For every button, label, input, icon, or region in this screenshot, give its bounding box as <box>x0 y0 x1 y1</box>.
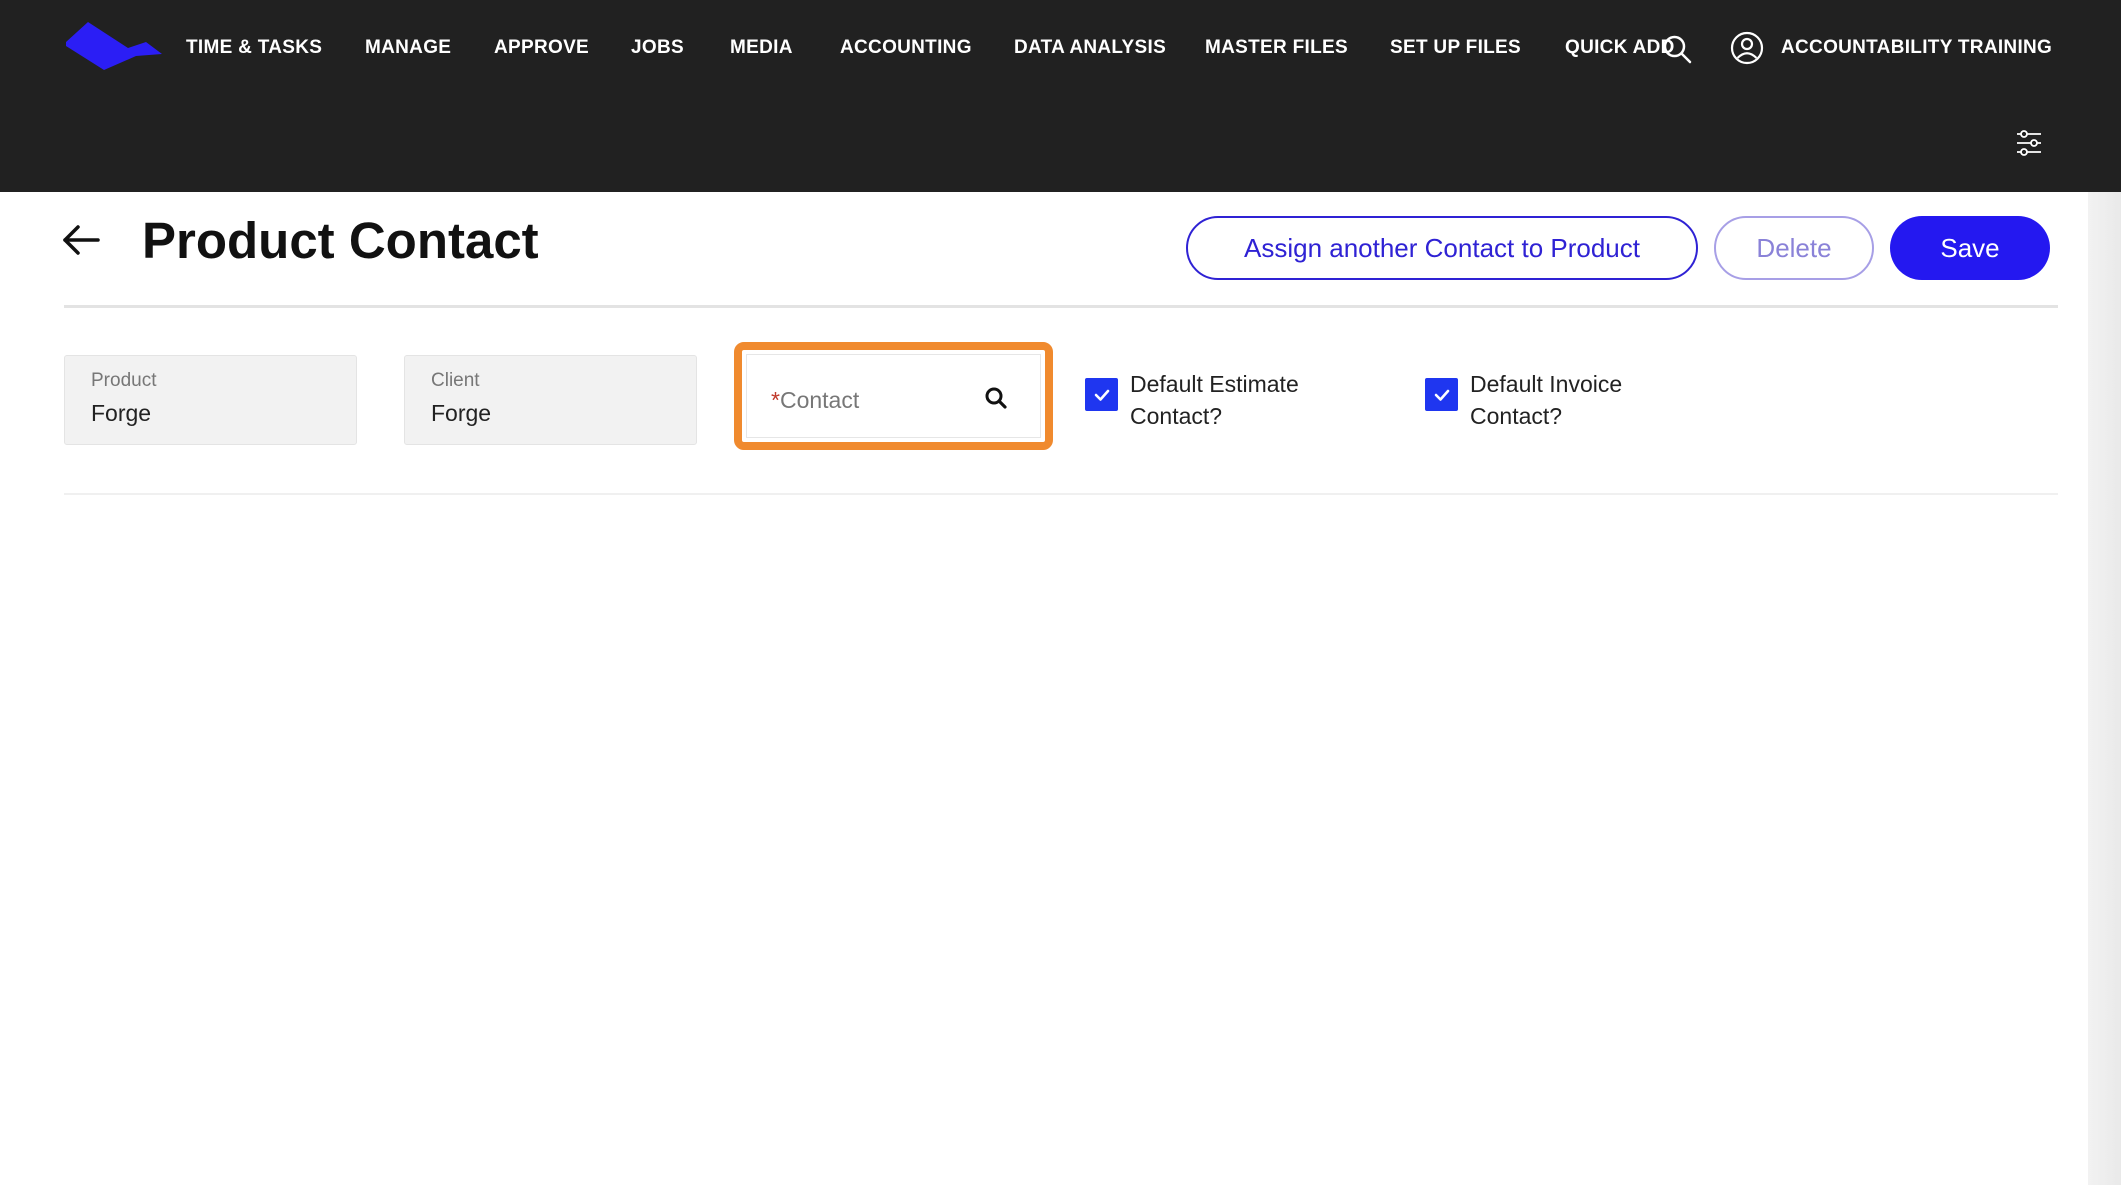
contact-placeholder-text: Contact <box>779 387 860 413</box>
client-value: Forge <box>431 400 492 426</box>
contact-placeholder: *Contact <box>771 387 859 414</box>
required-mark: * <box>771 387 780 413</box>
nav-item-media[interactable]: MEDIA <box>730 31 793 65</box>
default-invoice-checkbox[interactable] <box>1425 378 1458 411</box>
form-divider <box>64 493 2058 495</box>
default-invoice-label[interactable]: Default Invoice Contact? <box>1470 368 1670 432</box>
nav-item-set-up-files[interactable]: SET UP FILES <box>1390 31 1521 65</box>
default-estimate-label[interactable]: Default Estimate Contact? <box>1130 368 1330 432</box>
checkmark-icon <box>1094 389 1109 401</box>
default-invoice-contact: Default Invoice Contact? <box>1425 368 1670 432</box>
default-estimate-contact: Default Estimate Contact? <box>1085 368 1330 432</box>
header-divider <box>64 305 2058 308</box>
checkmark-icon <box>1434 389 1449 401</box>
account-menu[interactable]: ACCOUNTABILITY TRAINING <box>1730 30 2052 66</box>
logo[interactable] <box>66 22 162 72</box>
top-nav-bar: TIME & TASKS MANAGE APPROVE JOBS MEDIA A… <box>0 0 2121 192</box>
nav-item-manage[interactable]: MANAGE <box>365 31 451 65</box>
product-label: Product <box>91 370 157 391</box>
nav-item-data-analysis[interactable]: DATA ANALYSIS <box>1014 31 1166 65</box>
arrow-left-icon[interactable] <box>62 224 100 256</box>
user-circle-icon <box>1730 31 1764 65</box>
delete-button[interactable]: Delete <box>1714 216 1874 280</box>
contact-input[interactable]: *Contact <box>746 354 1041 438</box>
client-field: Client Forge <box>404 355 697 445</box>
default-estimate-checkbox[interactable] <box>1085 378 1118 411</box>
nav-item-jobs[interactable]: JOBS <box>631 31 684 65</box>
nav-item-time-tasks[interactable]: TIME & TASKS <box>186 31 322 65</box>
product-field: Product Forge <box>64 355 357 445</box>
nav-item-accounting[interactable]: ACCOUNTING <box>840 31 972 65</box>
search-icon[interactable] <box>1662 34 1692 64</box>
sliders-icon[interactable] <box>2014 128 2044 158</box>
nav-item-master-files[interactable]: MASTER FILES <box>1205 31 1348 65</box>
product-value: Forge <box>91 400 152 426</box>
nav-item-approve[interactable]: APPROVE <box>494 31 589 65</box>
nav-item-quick-add[interactable]: QUICK ADD <box>1565 31 1675 65</box>
contact-search-icon[interactable] <box>983 385 1009 411</box>
client-label: Client <box>431 370 480 391</box>
assign-contact-button[interactable]: Assign another Contact to Product <box>1186 216 1698 280</box>
save-button[interactable]: Save <box>1890 216 2050 280</box>
account-name: ACCOUNTABILITY TRAINING <box>1781 37 2053 58</box>
page-title: Product Contact <box>142 212 539 269</box>
page-scroll-gutter <box>2088 192 2121 1185</box>
